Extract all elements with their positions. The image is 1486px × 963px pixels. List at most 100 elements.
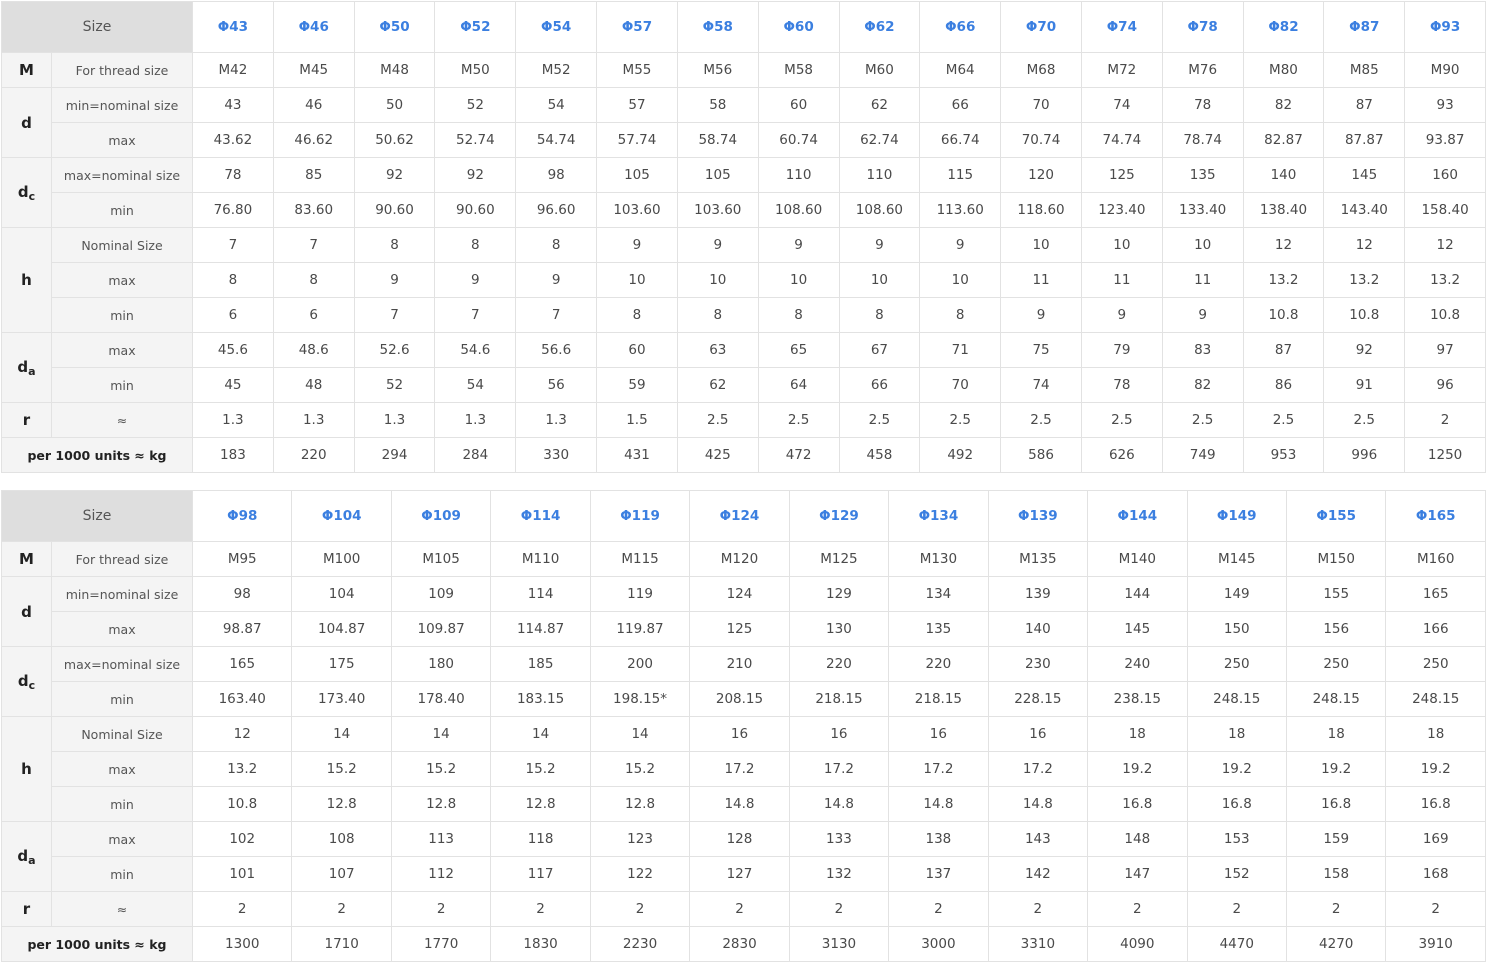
table-cell: 156 [1285, 611, 1387, 647]
table-cell: 96 [1404, 367, 1486, 403]
table-row-dc-max: dc max=nominal size 165 175 180 185 200 210 220 2… [1, 646, 1486, 717]
row-sublabel: max [51, 821, 193, 857]
table-cell: 143 [987, 821, 1089, 857]
table-cell: 108 [291, 821, 392, 857]
table-cell: 8 [515, 227, 598, 263]
row-symbol-dc: dc [1, 157, 52, 228]
row-sublabel: min=nominal size [51, 87, 193, 123]
table-cell: 1300 [191, 926, 293, 962]
table-cell: 953 [1242, 437, 1325, 473]
table-row-da-min: min 45 48 52 54 56 59 62 64 66 70 74 78 82 86 91 96 [2, 367, 1486, 403]
table-cell: 82.87 [1242, 122, 1325, 158]
table-cell: 163.40 [191, 681, 293, 717]
table-cell: 2 [1087, 891, 1188, 927]
table-cell: 1.3 [515, 402, 598, 438]
table-cell: 17.2 [788, 751, 890, 787]
table-cell: 19.2 [1285, 751, 1387, 787]
table-row-r: r ≈2 2 2 2 2 2 2 2 2 2 2 2 2 [1, 891, 1486, 927]
size-column-header: Φ144 [1087, 490, 1188, 542]
table-row-d-max: max 43.62 46.62 50.62 52.74 54.74 57.74 58.74 60… [2, 122, 1486, 158]
table-cell: M42 [192, 52, 274, 88]
table-cell: 56.6 [515, 332, 598, 368]
size-column-header: Φ93 [1404, 1, 1486, 53]
table-cell: 198.15* [589, 681, 691, 717]
row-sublabel: min [51, 192, 193, 228]
table-cell: M95 [191, 541, 293, 577]
table-cell: M150 [1285, 541, 1387, 577]
table-cell: 2.5 [757, 402, 840, 438]
table-cell: 2 [390, 891, 492, 927]
header-row: Size Φ43 Φ46 Φ50 Φ52 Φ54 Φ57 Φ58 Φ60 Φ62 Φ66 Φ70 Φ74… [1, 1, 1486, 53]
table-cell: 220 [272, 437, 355, 473]
table-cell: 137 [888, 856, 989, 892]
table-cell: 109.87 [390, 611, 492, 647]
table-cell: M125 [788, 541, 890, 577]
spec-table-2: Size Φ98 Φ104 Φ109 Φ114 Φ119 Φ124 Φ129 Φ134 Φ139 Φ… [1, 490, 1486, 962]
table-cell: 66.74 [919, 122, 1002, 158]
table-cell: 19.2 [1087, 751, 1188, 787]
size-header: Size [1, 1, 193, 53]
table-cell: 45.6 [192, 332, 274, 368]
size-column-header: Φ58 [676, 1, 759, 53]
table-cell: 1250 [1404, 437, 1486, 473]
table-row-weight: per 1000 units ≈ kg 183 220 294 284 330 431 425… [1, 437, 1486, 473]
row-sublabel: max [51, 122, 193, 158]
table-cell: M72 [1080, 52, 1163, 88]
table-cell: 1770 [390, 926, 492, 962]
table-cell: 143.40 [1323, 192, 1406, 228]
table-cell: 98.87 [191, 611, 293, 647]
table-cell: M140 [1087, 541, 1188, 577]
size-column-header: Φ78 [1161, 1, 1244, 53]
table-cell: 2830 [689, 926, 790, 962]
table-cell: 48.6 [272, 332, 355, 368]
size-column-header: Φ149 [1186, 490, 1287, 542]
table-cell: 12.8 [490, 786, 591, 822]
table-cell: 66 [919, 87, 1002, 123]
table-cell: 220 [888, 646, 989, 682]
table-cell: 102 [191, 821, 293, 857]
table-cell: 16 [888, 716, 989, 752]
table-cell: 14 [589, 716, 691, 752]
table-cell: 3000 [888, 926, 989, 962]
table-cell: 87.87 [1323, 122, 1406, 158]
table-cell: 16 [788, 716, 890, 752]
table-cell: 183 [192, 437, 274, 473]
table-cell: 10 [919, 262, 1002, 298]
table-cell: 54.6 [434, 332, 517, 368]
table-cell: 104 [291, 576, 392, 612]
table-cell: 46 [272, 87, 355, 123]
table-cell: M68 [1000, 52, 1082, 88]
table-cell: M145 [1186, 541, 1287, 577]
table-cell: 119.87 [589, 611, 691, 647]
table-cell: 16.8 [1285, 786, 1387, 822]
table-row-d-max: max 98.87 104.87 109.87 114.87 119.87 125 130 13… [2, 611, 1486, 647]
table-cell: 138 [888, 821, 989, 857]
table-cell: 62 [676, 367, 759, 403]
table-cell: 9 [757, 227, 840, 263]
table-cell: 58.74 [676, 122, 759, 158]
table-cell: 108.60 [757, 192, 840, 228]
table-cell: 180 [390, 646, 492, 682]
table-cell: 96.60 [515, 192, 598, 228]
table-cell: 1.3 [434, 402, 517, 438]
table-cell: 63 [676, 332, 759, 368]
table-cell: 173.40 [291, 681, 392, 717]
table-cell: 9 [676, 227, 759, 263]
row-symbol-subscript: a [28, 853, 36, 867]
table-cell: 2.5 [838, 402, 921, 438]
table-cell: 45 [192, 367, 274, 403]
row-sublabel: min [51, 367, 193, 403]
table-cell: 7 [272, 227, 355, 263]
table-cell: 250 [1285, 646, 1387, 682]
table-cell: 108.60 [838, 192, 921, 228]
table-cell: M52 [515, 52, 598, 88]
table-cell: 66 [838, 367, 921, 403]
table-row-d-min: d min=nominal size 98 104 109 114 119 124 129 134… [1, 576, 1486, 647]
table-cell: 2.5 [676, 402, 759, 438]
table-cell: 79 [1080, 332, 1163, 368]
table-row-h-nominal: h Nominal Size 12 14 14 14 14 16 16 16 16 18 18 18 18 [1, 716, 1486, 822]
table-cell: M115 [589, 541, 691, 577]
table-cell: 2.5 [919, 402, 1002, 438]
table-cell: 15.2 [390, 751, 492, 787]
table-cell: 175 [291, 646, 392, 682]
